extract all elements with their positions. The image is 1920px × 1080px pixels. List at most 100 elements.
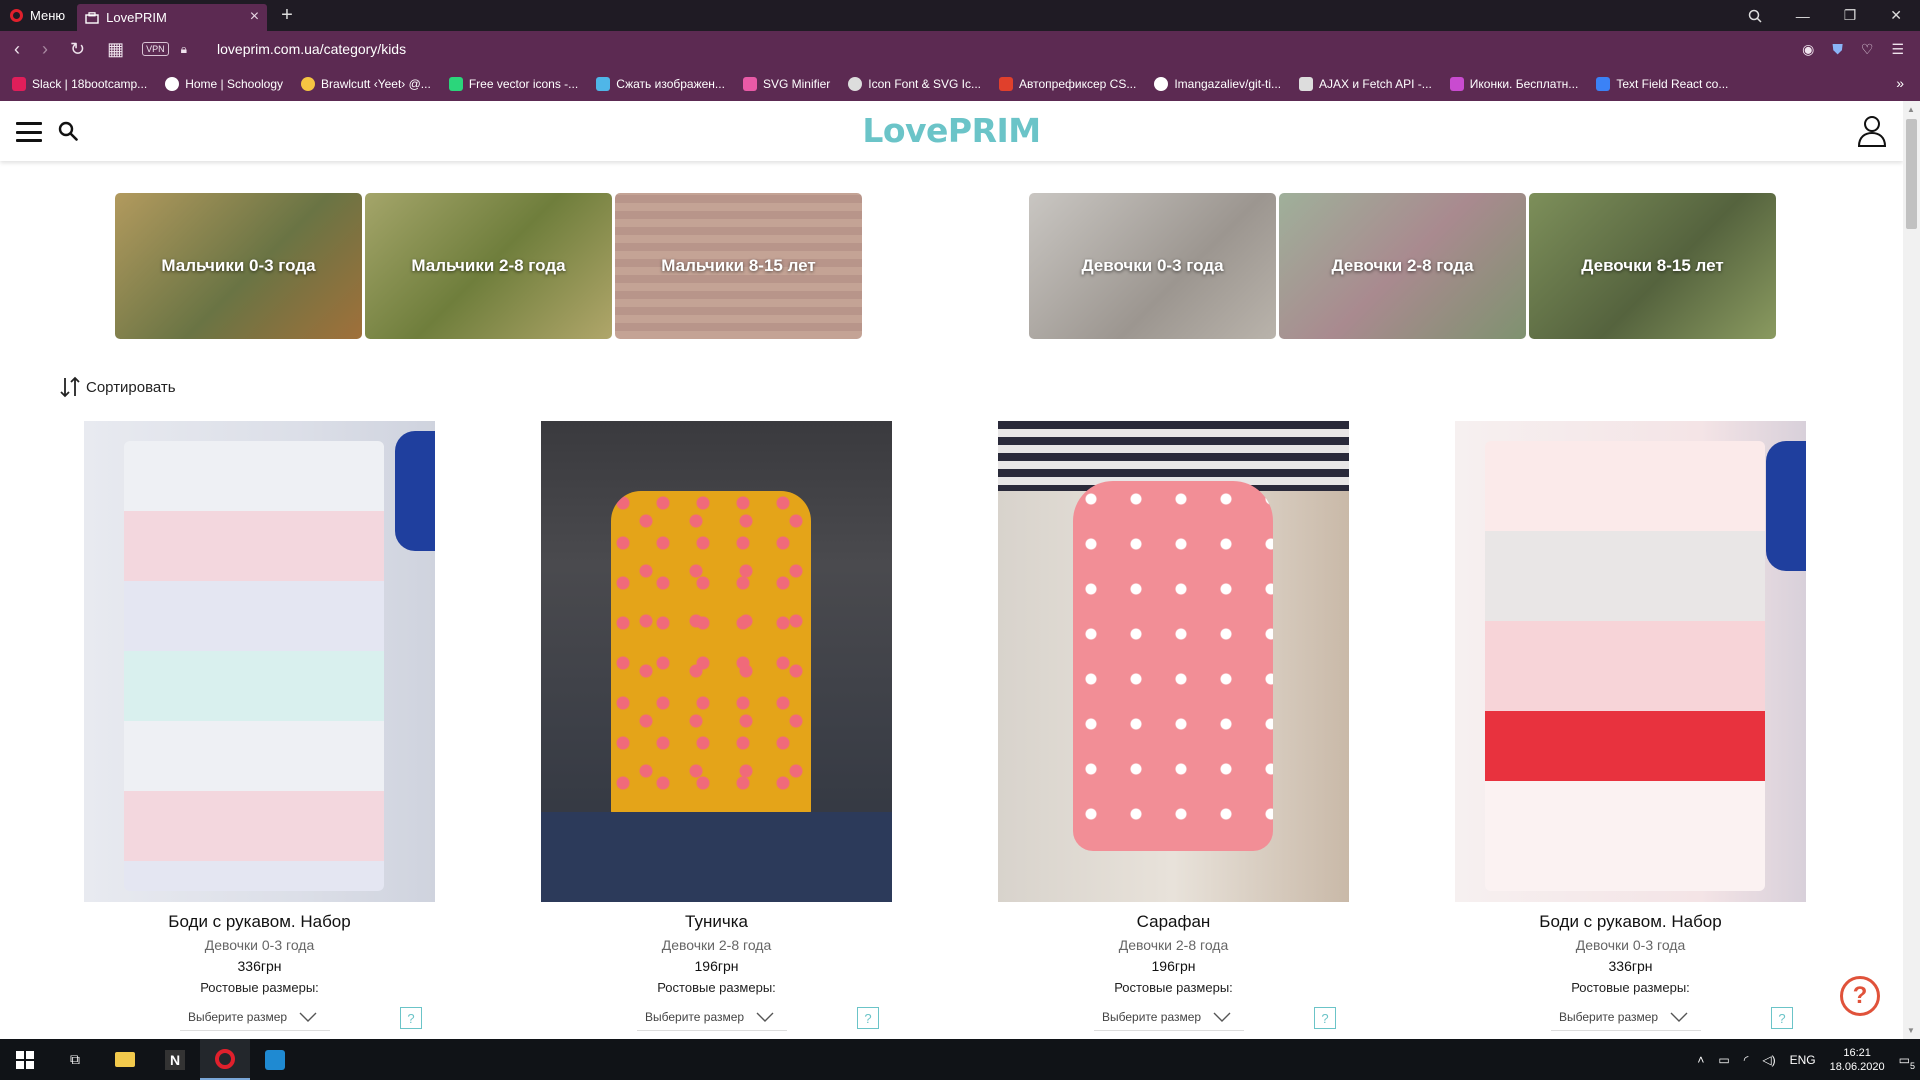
category-tile-boys-0-3[interactable]: Мальчики 0-3 года (115, 193, 362, 339)
notifications-count: 5 (1909, 1060, 1915, 1071)
category-tile-boys-8-15[interactable]: Мальчики 8-15 лет (615, 193, 862, 339)
product-size-row: Выберите размер ? (998, 999, 1349, 1033)
bookmark-item[interactable]: Иконки. Бесплатн... (1449, 77, 1578, 91)
bookmark-item[interactable]: Free vector icons -... (448, 77, 578, 91)
language-indicator[interactable]: ENG (1790, 1053, 1816, 1067)
start-button[interactable] (0, 1039, 50, 1080)
bookmark-favicon-icon (1596, 77, 1611, 91)
bookmark-item[interactable]: Icon Font & SVG Ic... (848, 77, 981, 91)
user-account-icon[interactable] (1857, 115, 1887, 147)
product-photo[interactable] (541, 421, 892, 902)
size-help-button[interactable]: ? (1771, 1007, 1793, 1029)
task-view-button[interactable]: ⧉ (50, 1039, 100, 1080)
site-logo[interactable]: LovePRIM (0, 111, 1903, 150)
minimize-icon[interactable]: — (1796, 8, 1810, 24)
product-photo[interactable] (84, 421, 435, 902)
product-title[interactable]: Боди с рукавом. Набор (1455, 912, 1806, 932)
size-select[interactable]: Выберите размер (1551, 1003, 1701, 1031)
size-select[interactable]: Выберите размер (637, 1003, 787, 1031)
category-tile-girls-8-15[interactable]: Девочки 8-15 лет (1529, 193, 1776, 339)
size-select-label: Выберите размер (188, 1009, 288, 1024)
bookmark-item[interactable]: Text Field React co... (1596, 77, 1728, 91)
battery-icon[interactable]: ▭ (1718, 1053, 1729, 1067)
product-category: Девочки 0-3 года (1575, 937, 1686, 953)
bookmark-item[interactable]: SVG Minifier (742, 77, 831, 91)
bookmark-label: Автопрефиксер CS... (1019, 77, 1137, 91)
size-help-button[interactable]: ? (400, 1007, 422, 1029)
bookmark-item[interactable]: Brawlcutt ‹Yeet› @... (301, 77, 431, 91)
bookmark-favicon-icon (596, 77, 611, 91)
chevron-down-icon (756, 1012, 774, 1022)
tray-chevron-icon[interactable]: ˄ (1697, 1053, 1704, 1067)
bookmark-item[interactable]: AJAX и Fetch API -... (1299, 77, 1432, 91)
bookmark-item[interactable]: Imangazaliev/git-ti... (1154, 77, 1281, 91)
clock-date: 18.06.2020 (1829, 1060, 1885, 1073)
size-select[interactable]: Выберите размер (180, 1003, 330, 1031)
address-bar: ‹ › ↻ ▦ VPN 🔒︎ loveprim.com.ua/category/… (0, 31, 1920, 67)
bookmark-label: Imangazaliev/git-ti... (1174, 77, 1282, 91)
product-title[interactable]: Туничка (541, 912, 892, 932)
product-photo[interactable] (1455, 421, 1806, 902)
product-sizes-label: Ростовые размеры: (657, 980, 776, 995)
restore-icon[interactable]: ❐ (1844, 7, 1857, 24)
forward-icon[interactable]: › (42, 39, 48, 60)
camera-icon[interactable]: ◉ (1802, 41, 1814, 58)
vscode-icon (265, 1049, 285, 1070)
reload-icon[interactable]: ↻ (70, 39, 85, 60)
bookmark-item[interactable]: Сжать изображен... (596, 77, 725, 91)
clock[interactable]: 16:21 18.06.2020 (1830, 1046, 1885, 1074)
vpn-badge[interactable]: VPN (142, 42, 169, 56)
size-help-button[interactable]: ? (1314, 1007, 1336, 1029)
browser-tab-active[interactable]: LovePRIM × (77, 4, 268, 31)
size-select[interactable]: Выберите размер (1094, 1003, 1244, 1031)
help-float-button[interactable]: ? (1840, 976, 1880, 1016)
category-tile-girls-0-3[interactable]: Девочки 0-3 года (1029, 193, 1276, 339)
scroll-up-icon[interactable]: ▲ (1907, 105, 1915, 114)
product-title[interactable]: Боди с рукавом. Набор (84, 912, 435, 932)
product-photo[interactable] (998, 421, 1349, 902)
bookmark-item[interactable]: Автопрефиксер CS... (999, 77, 1136, 91)
system-tray: ˄ ▭ ◜ ◁) ENG 16:21 18.06.2020 ▭ 5 (1697, 1039, 1920, 1080)
new-tab-button[interactable]: + (281, 4, 293, 27)
bookmark-favicon-icon (165, 77, 180, 91)
bookmark-favicon-icon (12, 77, 26, 91)
size-help-button[interactable]: ? (857, 1007, 879, 1029)
chevron-down-icon (299, 1012, 317, 1022)
product-size-row: Выберите размер ? (84, 999, 435, 1033)
tab-close-icon[interactable]: × (250, 8, 259, 26)
scroll-down-icon[interactable]: ▼ (1907, 1026, 1915, 1035)
product-title[interactable]: Сарафан (998, 912, 1349, 932)
scrollbar-thumb[interactable] (1906, 119, 1917, 229)
tab-search-icon[interactable] (1748, 9, 1762, 23)
taskbar-app-n[interactable]: N (150, 1039, 200, 1080)
taskbar-vscode[interactable] (250, 1039, 300, 1080)
product-category: Девочки 0-3 года (204, 937, 315, 953)
size-select-label: Выберите размер (1559, 1009, 1659, 1024)
easy-setup-icon[interactable]: ☰ (1891, 41, 1904, 58)
browser-tab-bar: Меню LovePRIM × + — ❐ ✕ (0, 0, 1920, 31)
bookmark-label: Slack | 18bootcamp... (32, 77, 148, 91)
window-close-icon[interactable]: ✕ (1890, 7, 1902, 24)
category-tiles: Мальчики 0-3 года Мальчики 2-8 года Маль… (0, 193, 1903, 339)
url-field[interactable]: loveprim.com.ua/category/kids (217, 41, 406, 57)
back-icon[interactable]: ‹ (14, 39, 20, 60)
page-scrollbar[interactable]: ▲ ▼ (1903, 101, 1920, 1039)
sort-button[interactable]: Сортировать (60, 376, 176, 398)
bookmark-item[interactable]: Home | Schoology (165, 77, 283, 91)
volume-icon[interactable]: ◁) (1762, 1053, 1775, 1067)
category-tile-girls-2-8[interactable]: Девочки 2-8 года (1279, 193, 1526, 339)
heart-icon[interactable]: ♡ (1861, 41, 1874, 58)
tabs-grid-icon[interactable]: ▦ (107, 39, 124, 60)
wifi-icon[interactable]: ◜ (1744, 1053, 1749, 1067)
category-label: Мальчики 0-3 года (161, 256, 316, 275)
category-tile-boys-2-8[interactable]: Мальчики 2-8 года (365, 193, 612, 339)
opera-menu-button[interactable]: Меню (0, 0, 77, 31)
taskbar-opera[interactable] (200, 1039, 250, 1080)
bookmarks-more-icon[interactable]: » (1896, 75, 1904, 91)
bookmark-label: SVG Minifier (762, 77, 831, 91)
notifications-icon[interactable]: ▭ 5 (1899, 1053, 1915, 1071)
product-card: Боди с рукавом. Набор Девочки 0-3 года 3… (1455, 421, 1806, 1033)
shield-icon[interactable]: ⛊ (1832, 41, 1843, 58)
taskbar-explorer[interactable] (100, 1039, 150, 1080)
bookmark-item[interactable]: Slack | 18bootcamp... (12, 77, 147, 91)
